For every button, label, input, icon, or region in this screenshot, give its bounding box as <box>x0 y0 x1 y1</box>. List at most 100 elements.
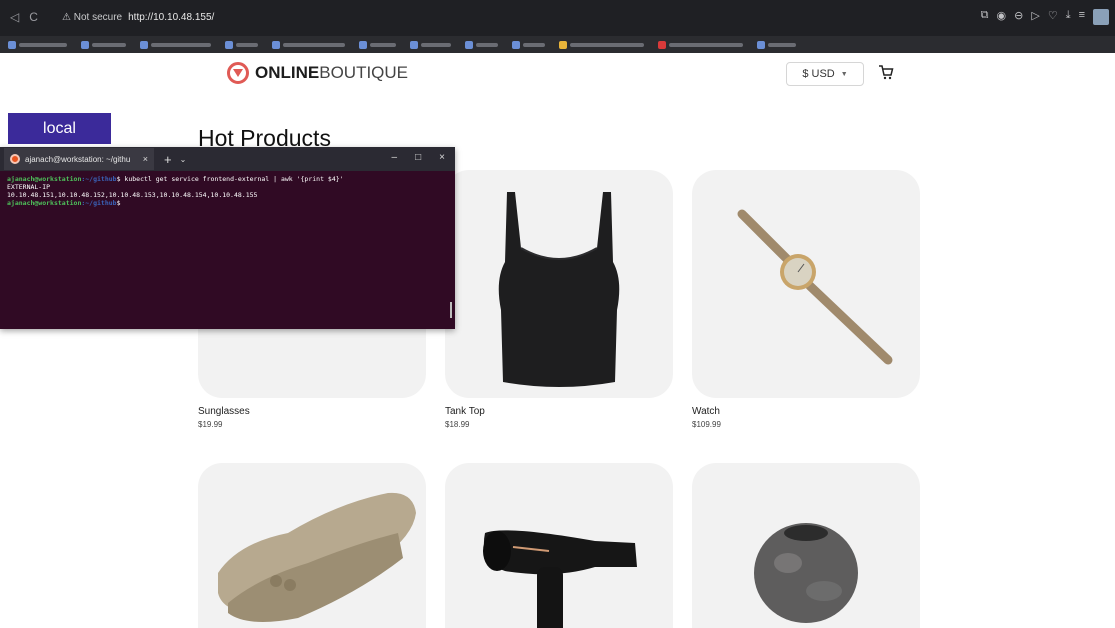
product-image-loafers[interactable] <box>198 463 426 628</box>
ubuntu-icon <box>10 154 20 164</box>
reload-button[interactable]: C <box>29 10 38 24</box>
bookmark-item[interactable] <box>465 40 498 49</box>
bookmark-icon <box>465 40 473 49</box>
prompt-path: :~/github <box>81 199 117 207</box>
terminal-tab[interactable]: ajanach@workstation: ~/githu × <box>4 148 154 170</box>
maximize-button[interactable]: □ <box>415 152 421 163</box>
command-text: $ kubectl get service frontend-external … <box>116 175 344 183</box>
environment-badge: local <box>8 113 111 144</box>
product-name[interactable]: Tank Top <box>445 406 673 417</box>
address-bar[interactable]: ⚠ Not secure http://10.10.48.155/ <box>62 9 214 25</box>
product-card[interactable] <box>445 463 673 628</box>
cart-icon[interactable] <box>878 64 894 85</box>
product-image-watch[interactable] <box>692 170 920 398</box>
prompt-path: :~/github <box>81 175 117 183</box>
share-icon[interactable]: ⧉ <box>981 9 989 25</box>
prompt-user: ajanach@workstation <box>7 175 82 183</box>
bookmark-label-blur <box>236 42 258 47</box>
logo-bold-text: ONLINE <box>255 63 320 82</box>
menu-icon[interactable]: ≡ <box>1079 9 1085 25</box>
chevron-down-icon: ▼ <box>840 70 848 78</box>
currency-value: $ USD <box>802 68 835 80</box>
bookmark-label-blur <box>92 42 126 47</box>
bookmark-icon <box>140 40 148 49</box>
bookmark-item[interactable] <box>140 40 211 49</box>
cart-icon-graphic <box>879 65 894 80</box>
logo-text: ONLINEBOUTIQUE <box>255 63 408 83</box>
terminal-line-command: ajanach@workstation:~/github$ kubectl ge… <box>7 175 448 183</box>
terminal-line-prompt: ajanach@workstation:~/github$ <box>7 199 448 207</box>
bookmark-item[interactable] <box>81 40 126 49</box>
output-value: 10.10.48.151,10.10.48.152,10.10.48.153,1… <box>7 191 258 199</box>
download-icon[interactable]: ⤓ <box>1066 9 1071 25</box>
product-name[interactable]: Sunglasses <box>198 406 426 417</box>
bookmark-item[interactable] <box>359 40 396 49</box>
terminal-titlebar[interactable]: ajanach@workstation: ~/githu × + ⌄ – □ × <box>0 147 455 171</box>
product-name[interactable]: Watch <box>692 406 920 417</box>
bookmark-item[interactable] <box>8 40 67 49</box>
bookmark-icon <box>410 40 418 49</box>
camera-icon[interactable]: ◉ <box>997 9 1007 25</box>
site-logo[interactable]: ONLINEBOUTIQUE <box>227 62 408 84</box>
bookmark-item[interactable] <box>272 40 345 49</box>
bookmark-item[interactable] <box>512 40 545 49</box>
terminal-tab-title: ajanach@workstation: ~/githu <box>25 154 131 164</box>
close-button[interactable]: × <box>439 152 445 163</box>
output-header: EXTERNAL-IP <box>7 183 51 191</box>
bookmark-label-blur <box>768 42 796 47</box>
bookmark-label-blur <box>669 42 743 47</box>
bookmark-item[interactable] <box>658 40 743 49</box>
hairdryer-image <box>483 530 637 628</box>
product-price: $19.99 <box>198 420 223 429</box>
minimize-button[interactable]: – <box>392 152 398 163</box>
product-card[interactable] <box>692 463 920 628</box>
product-image-hairdryer[interactable] <box>445 463 673 628</box>
product-card[interactable] <box>198 463 426 628</box>
terminal-output[interactable]: ajanach@workstation:~/github$ kubectl ge… <box>0 171 455 211</box>
bookmark-item[interactable] <box>225 40 258 49</box>
terminal-window[interactable]: ajanach@workstation: ~/githu × + ⌄ – □ ×… <box>0 147 455 329</box>
window-controls: – □ × <box>392 152 445 163</box>
url-text[interactable]: http://10.10.48.155/ <box>128 12 214 23</box>
bookmark-label-blur <box>570 42 644 47</box>
product-image-tank-top[interactable] <box>445 170 673 398</box>
product-price: $109.99 <box>692 420 721 429</box>
security-indicator[interactable]: ⚠ Not secure <box>62 12 122 23</box>
browser-toolbar: ◁ C ⚠ Not secure http://10.10.48.155/ ⧉ … <box>0 0 1115 36</box>
bookmark-icon <box>658 40 666 49</box>
bookmark-item[interactable] <box>410 40 451 49</box>
logo-light-text: BOUTIQUE <box>319 63 409 82</box>
loafers-image <box>218 492 416 622</box>
bookmark-item[interactable] <box>559 40 644 49</box>
candle-holder-image <box>754 523 858 623</box>
tank-top-image <box>498 192 620 387</box>
product-card[interactable]: Watch $109.99 <box>692 170 920 429</box>
bookmark-icon <box>359 40 367 49</box>
nav-buttons: ◁ C <box>10 10 38 24</box>
prompt-end: $ <box>116 199 121 207</box>
bookmark-label-blur <box>370 42 396 47</box>
tab-close-icon[interactable]: × <box>143 154 148 164</box>
new-tab-button[interactable]: + <box>164 152 172 167</box>
logo-icon <box>227 62 249 84</box>
watch-image <box>737 209 893 365</box>
minus-circle-icon[interactable]: ⊖ <box>1014 9 1023 25</box>
product-card[interactable]: Tank Top $18.99 <box>445 170 673 429</box>
bookmark-item[interactable] <box>757 40 796 49</box>
bookmark-label-blur <box>19 42 67 47</box>
bookmark-icon <box>559 40 567 49</box>
bookmark-label-blur <box>283 42 345 47</box>
chevron-down-icon[interactable]: ⌄ <box>180 155 187 164</box>
back-button[interactable]: ◁ <box>10 10 19 24</box>
browser-actions: ⧉ ◉ ⊖ ▷ ♡ ⤓ ≡ <box>981 9 1109 25</box>
bookmark-icon <box>8 40 16 49</box>
currency-select[interactable]: $ USD ▼ <box>786 62 864 86</box>
play-icon[interactable]: ▷ <box>1031 9 1039 25</box>
terminal-scrollbar[interactable] <box>450 302 452 318</box>
profile-avatar[interactable] <box>1093 9 1109 25</box>
product-image-candle-holder[interactable] <box>692 463 920 628</box>
heart-icon[interactable]: ♡ <box>1048 9 1058 25</box>
bookmark-label-blur <box>476 42 498 47</box>
bookmark-label-blur <box>523 42 545 47</box>
bookmark-icon <box>757 40 765 49</box>
